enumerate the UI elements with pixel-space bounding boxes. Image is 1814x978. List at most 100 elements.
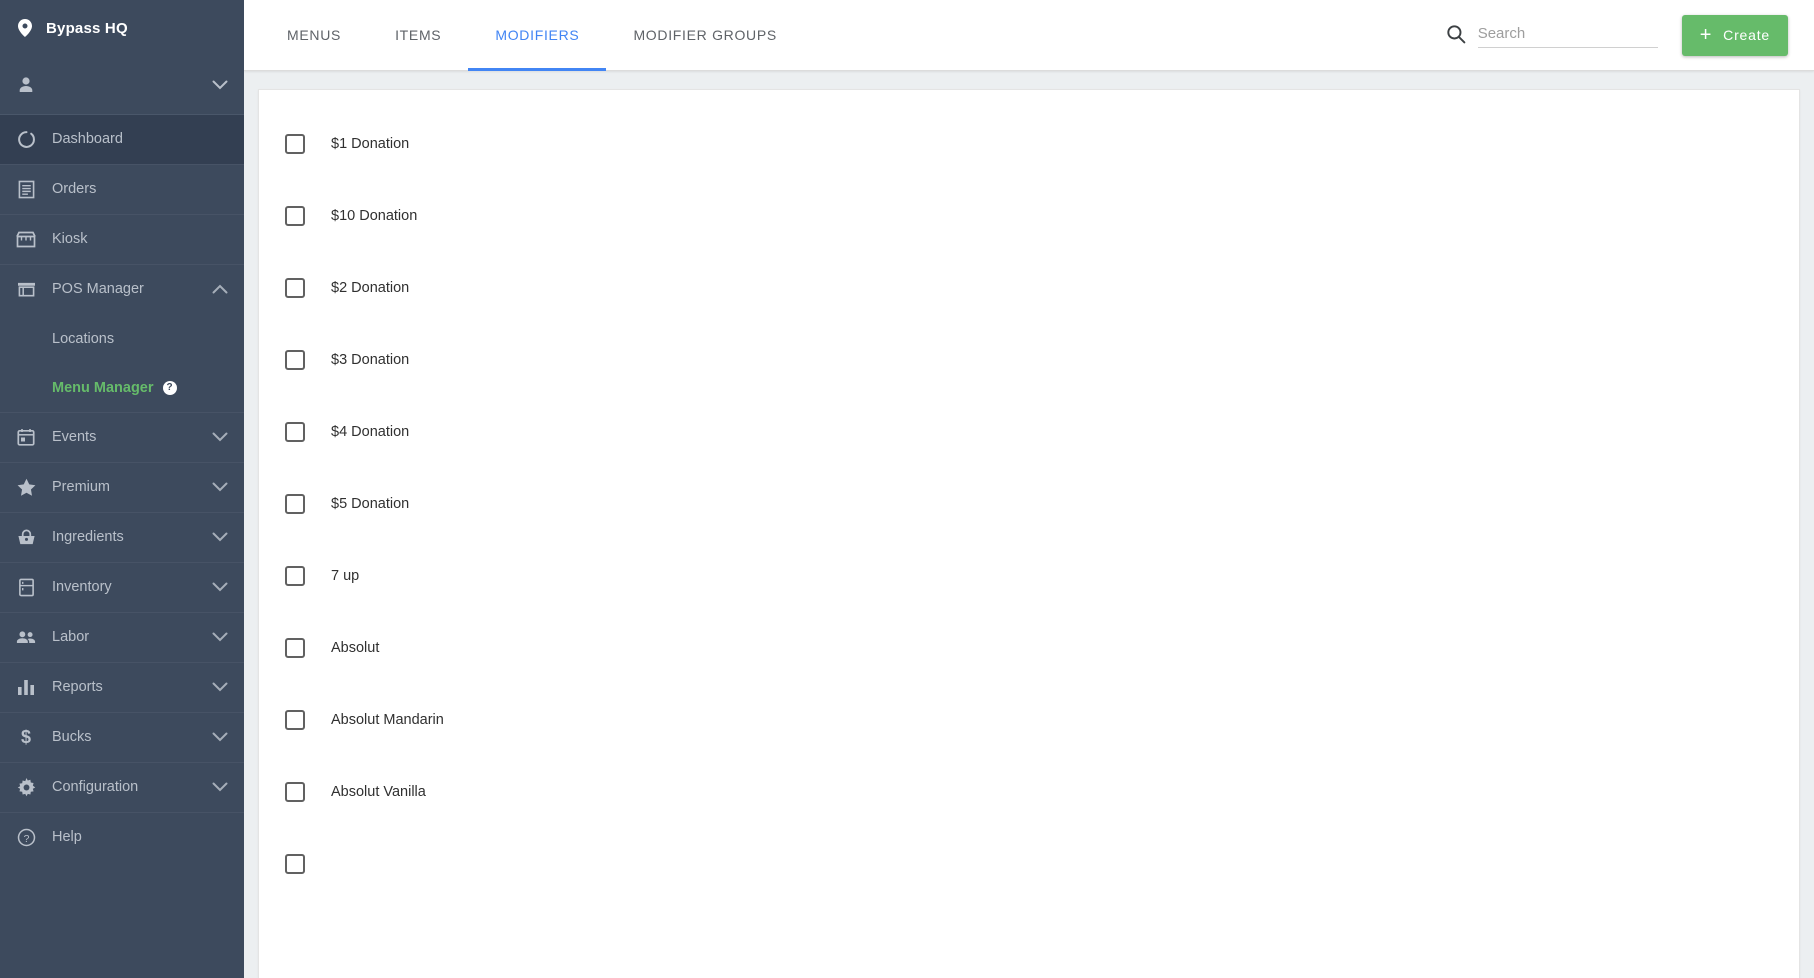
- chevron-down-icon[interactable]: [212, 582, 228, 592]
- sidebar-item-label: Help: [52, 829, 82, 845]
- list-item[interactable]: [259, 828, 1799, 900]
- row-checkbox[interactable]: [285, 134, 305, 154]
- create-button-label: Create: [1723, 27, 1770, 43]
- list-item-label: Absolut Vanilla: [331, 784, 426, 800]
- sidebar-item-label: Inventory: [52, 579, 112, 595]
- dashboard-loader-icon: [16, 129, 36, 149]
- chevron-down-icon[interactable]: [212, 732, 228, 742]
- sidebar-subitem-label: Menu Manager: [52, 379, 154, 396]
- chevron-down-icon[interactable]: [212, 532, 228, 542]
- sidebar-subitem-locations[interactable]: Locations: [0, 314, 244, 363]
- list-item[interactable]: Absolut Mandarin: [259, 684, 1799, 756]
- sidebar-item-label: Labor: [52, 629, 90, 645]
- chevron-down-icon[interactable]: [212, 482, 228, 492]
- row-checkbox[interactable]: [285, 350, 305, 370]
- tab-modifier-groups[interactable]: Modifier Groups: [606, 0, 804, 71]
- chevron-down-icon[interactable]: [212, 682, 228, 692]
- row-checkbox[interactable]: [285, 206, 305, 226]
- sidebar-item-bucks[interactable]: $ Bucks: [0, 713, 244, 762]
- list-item[interactable]: $3 Donation: [259, 324, 1799, 396]
- receipt-icon: [16, 179, 36, 199]
- basket-icon: [16, 527, 36, 547]
- row-checkbox[interactable]: [285, 566, 305, 586]
- tab-menus[interactable]: Menus: [260, 0, 368, 71]
- row-checkbox[interactable]: [285, 278, 305, 298]
- sidebar-item-kiosk[interactable]: Kiosk: [0, 215, 244, 264]
- list-item[interactable]: Absolut: [259, 612, 1799, 684]
- star-icon: [16, 477, 36, 497]
- create-button[interactable]: + Create: [1681, 14, 1788, 56]
- sidebar-user-row[interactable]: [0, 56, 244, 115]
- dollar-sign-icon: $: [16, 727, 36, 747]
- help-circle-icon[interactable]: ?: [162, 380, 177, 395]
- sidebar-item-label: Configuration: [52, 779, 139, 795]
- people-icon: [16, 627, 36, 647]
- sidebar-item-premium[interactable]: Premium: [0, 463, 244, 512]
- sidebar-item-label: Premium: [52, 479, 111, 495]
- app-root: Bypass HQ Dashboard Orders Kiosk POS Man…: [0, 0, 1814, 978]
- list-item[interactable]: $10 Donation: [259, 180, 1799, 252]
- sidebar-item-inventory[interactable]: Inventory: [0, 563, 244, 612]
- tab-modifiers[interactable]: Modifiers: [468, 0, 607, 71]
- sidebar-item-help[interactable]: ? Help: [0, 813, 244, 862]
- row-checkbox[interactable]: [285, 854, 305, 874]
- list-item-label: Absolut: [331, 640, 380, 656]
- sidebar-item-reports[interactable]: Reports: [0, 663, 244, 712]
- sidebar-item-dashboard[interactable]: Dashboard: [0, 115, 244, 164]
- tab-items[interactable]: Items: [368, 0, 468, 71]
- row-checkbox[interactable]: [285, 422, 305, 442]
- list-item-label: $2 Donation: [331, 280, 410, 296]
- location-pin-icon: [16, 19, 34, 37]
- chevron-down-icon[interactable]: [212, 80, 228, 90]
- chevron-down-icon[interactable]: [212, 632, 228, 642]
- calendar-icon: [16, 427, 36, 447]
- sidebar-item-events[interactable]: Events: [0, 413, 244, 462]
- list-item[interactable]: $1 Donation: [259, 108, 1799, 180]
- storefront-icon: [16, 229, 36, 249]
- list-item[interactable]: $4 Donation: [259, 396, 1799, 468]
- search-input[interactable]: [1477, 22, 1658, 48]
- row-checkbox[interactable]: [285, 494, 305, 514]
- sidebar-item-label: Orders: [52, 181, 97, 197]
- plus-icon: +: [1699, 24, 1713, 46]
- list-item[interactable]: 7 up: [259, 540, 1799, 612]
- row-checkbox[interactable]: [285, 710, 305, 730]
- list-item[interactable]: Absolut Vanilla: [259, 756, 1799, 828]
- chevron-down-icon[interactable]: [212, 782, 228, 792]
- sidebar-brand-label: Bypass HQ: [46, 19, 128, 37]
- svg-text:$: $: [21, 727, 31, 747]
- sidebar-item-configuration[interactable]: Configuration: [0, 763, 244, 812]
- sidebar-item-label: Ingredients: [52, 529, 124, 545]
- bar-chart-icon: [16, 677, 36, 697]
- chevron-up-icon[interactable]: [212, 284, 228, 294]
- sidebar-item-orders[interactable]: Orders: [0, 165, 244, 214]
- list-item-label: 7 up: [331, 568, 360, 584]
- main-area: Menus Items Modifiers Modifier Groups + …: [244, 0, 1814, 978]
- content-area: $1 Donation $10 Donation $2 Donation $3 …: [244, 71, 1814, 978]
- sidebar-item-pos-manager[interactable]: POS Manager: [0, 265, 244, 314]
- sidebar-brand[interactable]: Bypass HQ: [0, 0, 244, 56]
- sidebar-item-label: Reports: [52, 679, 103, 695]
- sidebar-item-ingredients[interactable]: Ingredients: [0, 513, 244, 562]
- list-item-label: Absolut Mandarin: [331, 712, 444, 728]
- sidebar-item-label: Kiosk: [52, 231, 88, 247]
- row-checkbox[interactable]: [285, 782, 305, 802]
- row-checkbox[interactable]: [285, 638, 305, 658]
- list-item-label: $5 Donation: [331, 496, 410, 512]
- top-bar-actions: + Create: [1446, 14, 1814, 56]
- pos-store-icon: [16, 279, 36, 299]
- list-item[interactable]: $5 Donation: [259, 468, 1799, 540]
- search-area: [1446, 22, 1658, 48]
- list-item-label: $10 Donation: [331, 208, 418, 224]
- svg-text:?: ?: [23, 833, 29, 844]
- list-item-label: $4 Donation: [331, 424, 410, 440]
- chevron-down-icon[interactable]: [212, 432, 228, 442]
- list-item[interactable]: $2 Donation: [259, 252, 1799, 324]
- sidebar-subitem-menu-manager[interactable]: Menu Manager ?: [0, 363, 244, 412]
- person-icon: [16, 75, 36, 95]
- gear-icon: [16, 777, 36, 797]
- sidebar-item-labor[interactable]: Labor: [0, 613, 244, 662]
- sidebar-item-label: Dashboard: [52, 131, 123, 147]
- search-icon[interactable]: [1446, 24, 1466, 48]
- sidebar-item-label: POS Manager: [52, 281, 144, 297]
